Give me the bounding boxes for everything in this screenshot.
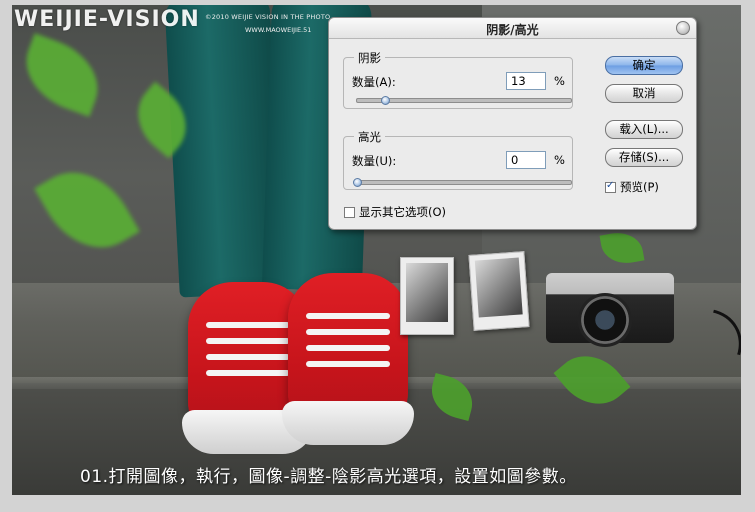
lace: [306, 329, 390, 335]
polaroid-photo: [400, 257, 454, 335]
cancel-button[interactable]: 取消: [605, 84, 683, 103]
dialog-titlebar[interactable]: 阴影/高光: [329, 18, 696, 39]
leaf-blur: [14, 33, 110, 117]
shadows-amount-input[interactable]: [506, 72, 546, 90]
ok-button[interactable]: 确定: [605, 56, 683, 75]
shadows-amount-unit: %: [554, 74, 565, 88]
show-more-options-label[interactable]: 显示其它选项(O): [359, 204, 446, 220]
preview-checkbox[interactable]: [605, 180, 616, 193]
lace: [206, 338, 290, 344]
right-sneaker: [282, 273, 414, 445]
shadows-amount-slider[interactable]: [356, 96, 572, 105]
save-button[interactable]: 存储(S)...: [605, 148, 683, 167]
highlights-amount-input[interactable]: [506, 151, 546, 169]
polaroid-image: [406, 263, 448, 322]
watermark-url: WWW.MAOWEIJIE.51: [245, 26, 312, 34]
close-icon[interactable]: [676, 21, 690, 35]
shadows-slider-thumb[interactable]: [380, 96, 390, 105]
watermark-copyright: ©2010 WEIJIE VISION IN THE PHOTO: [205, 13, 331, 21]
polaroid-photo: [468, 251, 530, 331]
leaf-blur: [34, 153, 140, 267]
shadows-group: 阴影 数量(A): %: [343, 50, 573, 109]
show-more-options-checkbox[interactable]: [344, 207, 355, 218]
camera-lens: [578, 293, 632, 347]
lace: [206, 370, 290, 376]
tutorial-caption: 01.打開圖像，執行，圖像-調整-陰影高光選項，設置如圖參數。: [80, 467, 577, 487]
lace: [206, 322, 290, 328]
preview-label[interactable]: 预览(P): [620, 179, 659, 195]
highlights-slider-thumb[interactable]: [353, 178, 362, 187]
highlights-amount-unit: %: [554, 153, 565, 167]
shadow-highlight-dialog: 阴影/高光 阴影 数量(A): % 高光 数量(U): % 显示其它选项(O) …: [328, 17, 697, 230]
polaroid-image: [474, 257, 523, 318]
lace: [306, 345, 390, 351]
shadows-group-label: 阴影: [354, 50, 385, 66]
lace: [306, 313, 390, 319]
load-button[interactable]: 载入(L)...: [605, 120, 683, 139]
lace: [306, 361, 390, 367]
watermark-logo: WEIJIE-VISION: [14, 7, 200, 32]
highlights-amount-label: 数量(U):: [352, 154, 397, 168]
sneaker-sole: [282, 401, 414, 445]
shadows-amount-label: 数量(A):: [352, 75, 396, 89]
highlights-amount-slider[interactable]: [353, 178, 572, 187]
lace: [206, 354, 290, 360]
highlights-group-label: 高光: [354, 129, 385, 145]
highlights-group: 高光 数量(U): %: [343, 129, 573, 190]
dialog-title: 阴影/高光: [486, 23, 539, 37]
